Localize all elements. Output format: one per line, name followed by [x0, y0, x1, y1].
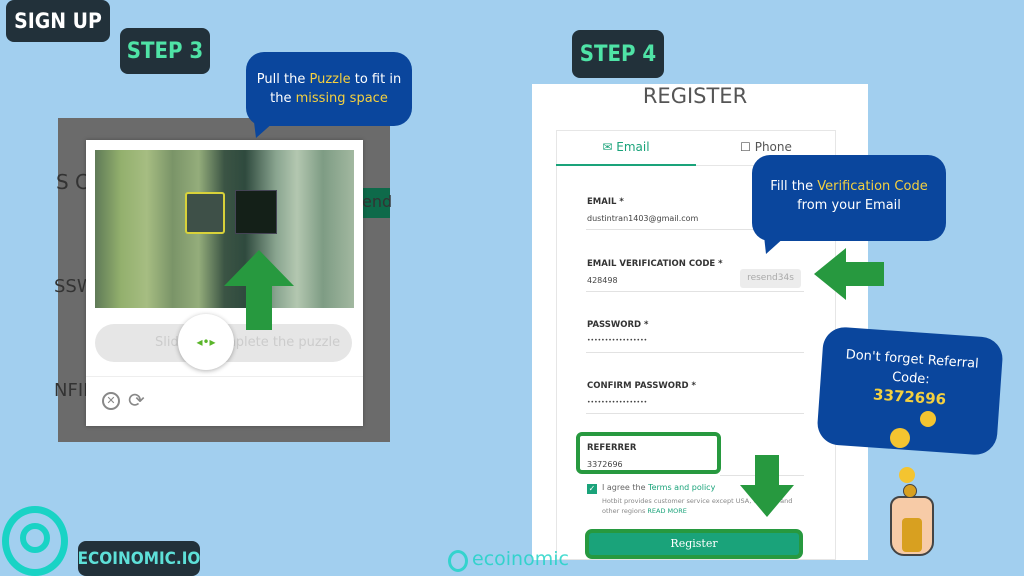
email-label: EMAIL *: [587, 197, 624, 207]
coin-icon: [903, 484, 917, 498]
step4-badge: STEP 4: [572, 30, 664, 78]
ecoinomic-logo-icon: [2, 506, 68, 576]
puzzle-piece[interactable]: [185, 192, 225, 234]
verification-field[interactable]: 428498: [587, 276, 618, 285]
brand-badge: ECOINOMIC.IO: [78, 541, 200, 576]
verification-label: EMAIL VERIFICATION CODE *: [587, 259, 723, 269]
step3-badge: STEP 3: [120, 28, 210, 74]
coin-jar-icon: [890, 496, 934, 556]
watermark-text: ecoinomic: [472, 548, 569, 570]
resend-button[interactable]: resend34s: [740, 269, 801, 288]
puzzle-hole: [235, 190, 277, 234]
watermark-logo-icon: [448, 550, 468, 572]
arrow-up-icon: [224, 250, 294, 330]
referrer-field[interactable]: 3372696: [587, 460, 623, 469]
bubble-tail: [254, 122, 274, 138]
close-icon[interactable]: ✕: [102, 392, 120, 410]
referrer-label: REFERRER: [587, 443, 637, 453]
terms-link[interactable]: Terms and policy: [648, 483, 715, 492]
page-title: REGISTER: [642, 84, 748, 108]
confirm-password-field[interactable]: •••••••••••••••••: [587, 399, 647, 406]
tab-email[interactable]: ✉ Email: [556, 140, 696, 166]
read-more-link[interactable]: READ MORE: [647, 507, 687, 515]
agree-checkbox[interactable]: ✓: [587, 484, 597, 494]
bubble-tail: [764, 236, 786, 254]
verification-hint-bubble: Fill the Verification Code from your Ema…: [752, 155, 946, 241]
register-button[interactable]: Register: [585, 529, 803, 559]
referral-hint-bubble: Don't forget Referral Code: 3372696: [816, 325, 1004, 457]
puzzle-hint-bubble: Pull the Puzzle to fit in the missing sp…: [246, 52, 412, 126]
coin-icon: [920, 411, 936, 427]
confirm-password-label: CONFIRM PASSWORD *: [587, 381, 697, 391]
coin-icon: [890, 428, 910, 448]
password-field[interactable]: •••••••••••••••••: [587, 337, 647, 344]
coin-icon: [899, 467, 915, 483]
bg-fragment: end: [362, 188, 392, 218]
agree-text: I agree the Terms and policy: [602, 483, 716, 492]
sign-up-badge: SIGN UP: [6, 0, 110, 42]
arrow-left-icon: [814, 248, 884, 300]
arrow-down-icon: [740, 455, 794, 517]
password-label: PASSWORD *: [587, 320, 649, 330]
refresh-icon[interactable]: ⟳: [128, 388, 145, 412]
email-field[interactable]: dustintran1403@gmail.com: [587, 214, 698, 223]
